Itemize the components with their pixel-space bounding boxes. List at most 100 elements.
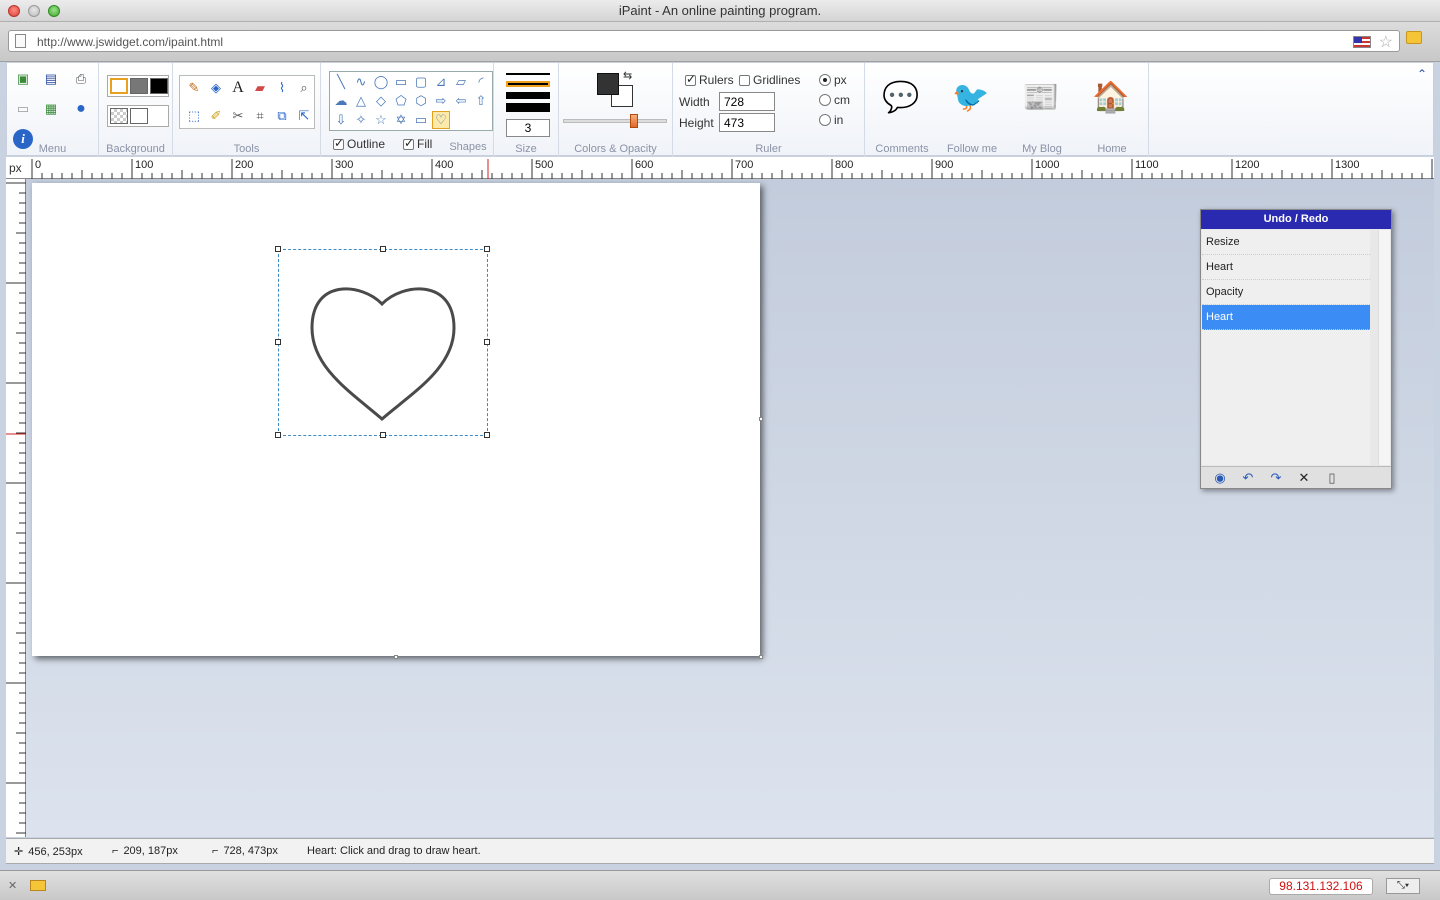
bookmarks-folder-icon[interactable] [1406,31,1422,44]
size-line-7[interactable] [506,103,550,112]
new-document-icon[interactable]: ▯ [1323,469,1341,487]
size-line-1[interactable] [506,73,550,75]
resize-handle-ne[interactable] [484,246,490,252]
selection-box[interactable] [275,246,490,438]
unit-px-radio[interactable]: px [819,73,847,87]
close-addon-bar-icon[interactable]: ✕ [8,879,17,892]
save-icon[interactable]: ▤ [41,69,61,89]
comments-link[interactable]: Comments [867,143,937,155]
foreground-color-swatch[interactable] [597,73,619,95]
paint-bucket-icon[interactable]: ◈ [206,78,226,98]
minimize-window-button[interactable] [28,5,40,17]
rulers-checkbox[interactable]: Rulers [685,72,734,87]
star6-shape-icon[interactable]: ✡ [392,111,410,129]
rectangle-shape-icon[interactable]: ▭ [392,73,410,91]
pentagon-shape-icon[interactable]: ⬠ [392,92,410,110]
addon-ruler-icon[interactable] [30,880,46,891]
background-custom-swatch[interactable] [130,108,148,124]
eyedropper-icon[interactable]: ⌇ [272,78,292,98]
open-image-icon[interactable]: ▣ [13,69,33,89]
resize-handle-n[interactable] [380,246,386,252]
comments-icon[interactable]: 💬 [881,77,921,117]
unit-cm-radio[interactable]: cm [819,93,850,107]
url-bar[interactable]: http://www.jswidget.com/ipaint.html ☆ [8,30,1400,52]
zoom-window-button[interactable] [48,5,60,17]
background-transparent-swatch[interactable] [110,108,128,124]
undo-history-item[interactable]: Opacity [1202,280,1370,305]
line-shape-icon[interactable]: ╲ [332,73,350,91]
resize-handle-w[interactable] [275,339,281,345]
url-text[interactable]: http://www.jswidget.com/ipaint.html [37,35,223,49]
fill-checkbox[interactable]: Fill [403,136,432,151]
resize-handle-nw[interactable] [275,246,281,252]
twitter-bird-icon[interactable]: 🐦 [951,77,991,117]
canvas-resize-corner-handle[interactable] [759,655,763,659]
arrow-down-shape-icon[interactable]: ⇩ [332,111,350,129]
addon-menu-icon[interactable]: ⤡▾ [1386,878,1420,894]
height-input[interactable] [719,113,775,132]
polyline-shape-icon[interactable]: ⊿ [432,73,450,91]
bookmark-star-icon[interactable]: ☆ [1379,32,1393,52]
undo-history-item[interactable]: Resize [1202,230,1370,255]
unit-px-radio-dot[interactable] [819,74,831,86]
home-icon[interactable]: 🏠 [1091,77,1131,117]
new-canvas-icon[interactable]: ▭ [13,99,33,119]
ellipse-shape-icon[interactable]: ◯ [372,73,390,91]
hexagon-shape-icon[interactable]: ⬡ [412,92,430,110]
resize-handle-e[interactable] [484,339,490,345]
curve-shape-icon[interactable]: ∿ [352,73,370,91]
undo-history-item[interactable]: Heart [1202,255,1370,280]
cut-icon[interactable]: ✂ [228,106,248,126]
resize-handle-sw[interactable] [275,432,281,438]
opacity-slider[interactable] [563,114,667,128]
web-icon[interactable]: ● [71,99,91,119]
us-flag-icon[interactable] [1353,36,1371,48]
zoom-icon[interactable]: ⌕ [294,78,314,98]
text-tool-icon[interactable]: A [228,78,248,98]
arrow-right-shape-icon[interactable]: ⇨ [432,92,450,110]
triangle-shape-icon[interactable]: △ [352,92,370,110]
background-black-swatch[interactable] [150,78,168,94]
opacity-slider-thumb[interactable] [630,114,638,128]
size-input[interactable] [506,119,550,137]
rulers-checkbox-box[interactable] [685,72,696,86]
brush-icon[interactable]: ✐ [206,106,226,126]
blog-icon[interactable]: 📰 [1021,77,1061,117]
clear-history-icon[interactable]: ✕ [1295,469,1313,487]
my-blog-link[interactable]: My Blog [1007,143,1077,155]
fill-checkbox-box[interactable] [403,136,414,150]
gridlines-checkbox[interactable]: Gridlines [739,73,800,87]
undo-panel-title[interactable]: Undo / Redo [1201,210,1391,229]
gridlines-checkbox-box[interactable] [739,74,750,86]
close-window-button[interactable] [8,5,20,17]
undo-list-scrollbar[interactable] [1378,230,1390,465]
redo-icon[interactable]: ↷ [1267,469,1285,487]
pointer-icon[interactable]: ⇱ [294,106,314,126]
eraser-icon[interactable]: ▰ [250,78,270,98]
crop-icon[interactable]: ⌗ [250,106,270,126]
callout-shape-icon[interactable]: ▭ [412,111,430,129]
star5-shape-icon[interactable]: ☆ [372,111,390,129]
outline-checkbox[interactable]: Outline [333,136,385,151]
unit-in-radio-dot[interactable] [819,114,831,126]
polygon-shape-icon[interactable]: ▱ [452,73,470,91]
diamond-shape-icon[interactable]: ◇ [372,92,390,110]
resize-handle-s[interactable] [380,432,386,438]
canvas-resize-bottom-handle[interactable] [394,655,398,659]
import-image-icon[interactable]: ▦ [41,99,61,119]
outline-checkbox-box[interactable] [333,136,344,150]
canvas-resize-right-handle[interactable] [759,417,763,421]
background-gray-swatch[interactable] [130,78,148,94]
cloud-shape-icon[interactable]: ☁ [332,92,350,110]
undo-history-item-current[interactable]: Heart [1202,305,1370,330]
heart-shape-icon[interactable]: ♡ [432,111,450,129]
resize-handle-se[interactable] [484,432,490,438]
arrow-up-shape-icon[interactable]: ⇧ [472,92,490,110]
preview-eye-icon[interactable]: ◉ [1211,469,1229,487]
collapse-toolbar-icon[interactable]: ⌃ [1415,67,1429,81]
background-white-swatch[interactable] [110,78,128,94]
home-link[interactable]: Home [1077,143,1147,155]
arrow-left-shape-icon[interactable]: ⇦ [452,92,470,110]
print-icon[interactable]: ⎙ [71,69,91,89]
rect-select-icon[interactable]: ⬚ [184,106,204,126]
